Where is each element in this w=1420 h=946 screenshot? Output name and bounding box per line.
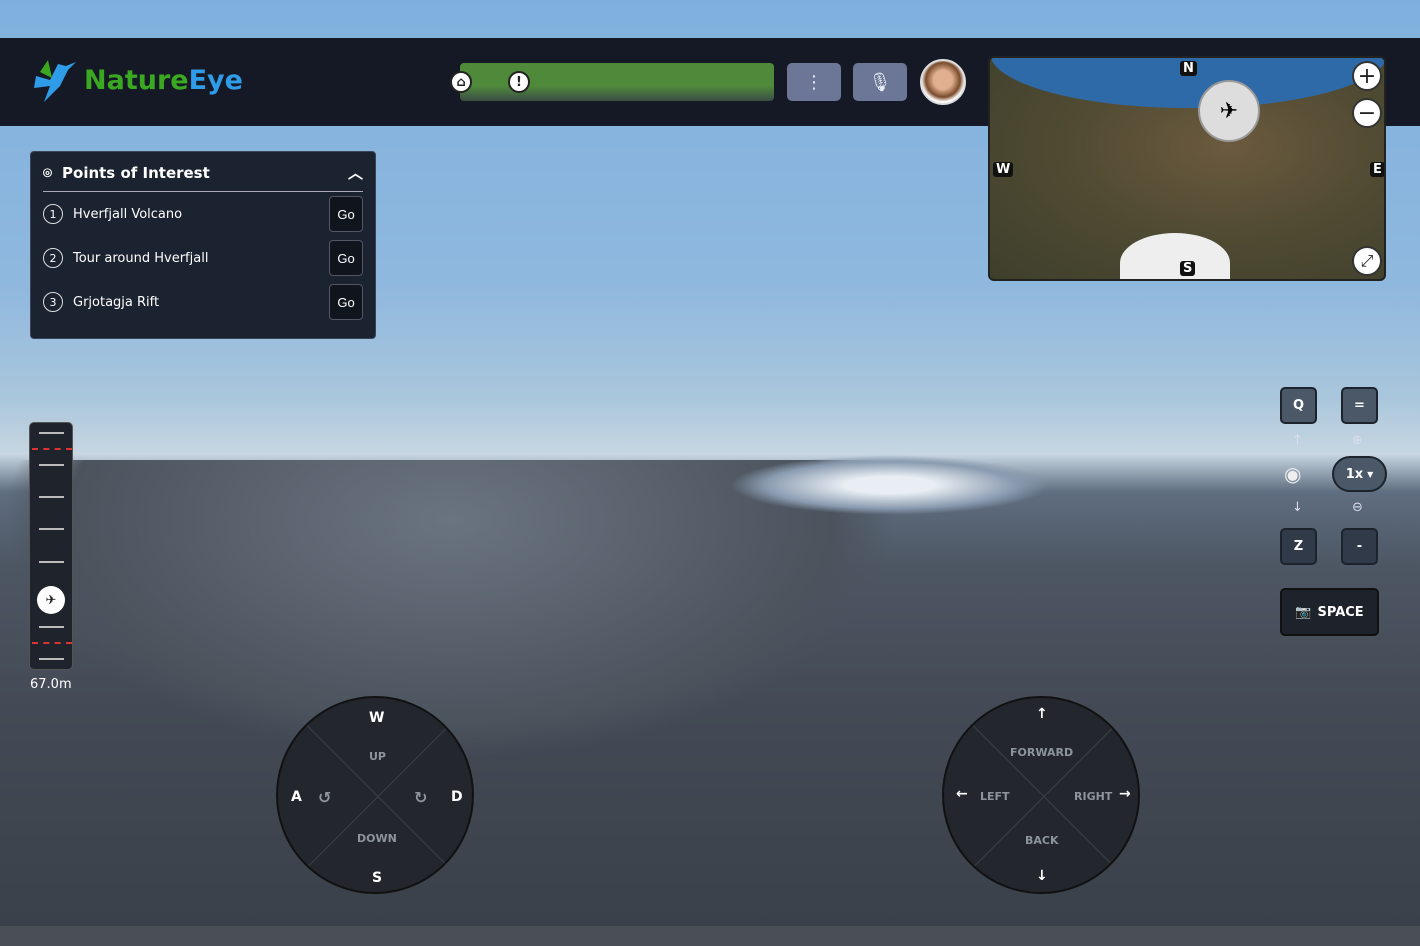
photo-key-label: SPACE (1317, 604, 1364, 620)
camera-icon: 📷 (1295, 604, 1312, 620)
altitude-tick (39, 528, 64, 530)
map-zoom-out-button[interactable]: − (1352, 98, 1382, 128)
drone-altitude-icon[interactable]: ✈ (37, 586, 65, 614)
key-w: W (369, 710, 385, 726)
key-s: S (372, 870, 383, 886)
right-label: RIGHT (1074, 790, 1113, 803)
more-vertical-icon: ⋮ (805, 71, 823, 93)
arrow-down-icon: ↓ (1292, 500, 1303, 515)
microphone-button[interactable]: 🎙 (853, 63, 907, 101)
zoom-level-select[interactable]: 1x ▼ (1332, 456, 1387, 492)
back-label: BACK (1025, 834, 1059, 847)
forward-label: FORWARD (1010, 746, 1074, 759)
poi-number: 1 (43, 204, 63, 224)
altitude-tick (39, 658, 64, 660)
logo: Nature Eye (30, 56, 243, 104)
compass-north: N (1180, 61, 1197, 76)
up-label: UP (369, 750, 386, 763)
key-a: A (291, 789, 302, 805)
microphone-icon: 🎙 (868, 71, 892, 93)
chevron-up-icon[interactable]: ︿ (348, 162, 363, 183)
rotate-left-icon: ↺ (318, 788, 332, 807)
compass-south: S (1180, 261, 1196, 276)
left-label: LEFT (980, 790, 1010, 803)
arrow-up-icon: ↑ (1292, 433, 1303, 448)
home-marker-icon[interactable]: ⌂ (450, 71, 472, 93)
poi-title: Points of Interest (62, 163, 210, 182)
logo-text-nature: Nature (84, 64, 189, 96)
logo-text-eye: Eye (188, 64, 243, 96)
down-label: DOWN (357, 832, 397, 845)
compass-east: E (1370, 162, 1384, 177)
arrow-forward-icon: ↑ (1036, 706, 1048, 722)
altitude-gauge: ✈ (29, 422, 73, 670)
poi-header[interactable]: ⌾ Points of Interest ︿ (43, 162, 363, 192)
poi-name: Tour around Hverfjall (73, 250, 209, 266)
alert-marker-icon[interactable]: ! (508, 71, 530, 93)
poi-item: 2 Tour around Hverfjall Go (31, 236, 375, 280)
go-button[interactable]: Go (329, 196, 363, 232)
bottom-strip (0, 926, 1420, 946)
arrow-back-icon: ↓ (1036, 868, 1048, 884)
mountain-scenery (730, 455, 1050, 515)
poi-item: 1 Hverfjall Volcano Go (31, 192, 375, 236)
tilt-down-button[interactable]: Z (1280, 528, 1317, 565)
altitude-tick (39, 432, 64, 434)
go-button[interactable]: Go (329, 240, 363, 276)
altitude-tick (39, 496, 64, 498)
arrow-left-icon: ← (956, 786, 968, 802)
camera-gimbal-icon: ◉ (1284, 462, 1302, 486)
poi-item: 3 Grjotagja Rift Go (31, 280, 375, 324)
map-expand-button[interactable]: ⤢ (1352, 246, 1382, 276)
tilt-up-button[interactable]: Q (1280, 387, 1317, 424)
key-d: D (451, 789, 463, 805)
zoom-in-button[interactable]: = (1341, 387, 1378, 424)
drone-position-icon: ✈ (1198, 80, 1260, 142)
zoom-in-icon: ⊕ (1352, 433, 1363, 448)
caret-down-icon: ▼ (1367, 469, 1374, 479)
poi-number: 3 (43, 292, 63, 312)
points-of-interest-panel: ⌾ Points of Interest ︿ 1 Hverfjall Volcan… (30, 151, 376, 339)
altitude-tick (39, 464, 64, 466)
poi-number: 2 (43, 248, 63, 268)
minimap-cloud (1120, 233, 1230, 279)
poi-name: Grjotagja Rift (73, 294, 160, 310)
menu-button[interactable]: ⋮ (787, 63, 841, 101)
take-photo-button[interactable]: 📷 SPACE (1280, 588, 1379, 636)
bird-logo-icon (34, 60, 76, 102)
zoom-out-icon: ⊖ (1352, 500, 1363, 515)
poi-name: Hverfjall Volcano (73, 206, 183, 222)
avatar[interactable] (920, 59, 966, 105)
go-button[interactable]: Go (329, 284, 363, 320)
altitude-value: 67.0m (30, 677, 72, 692)
location-pin-icon: ⌾ (43, 163, 53, 182)
altitude-tick (39, 626, 64, 628)
rotate-right-icon: ↻ (414, 788, 428, 807)
zoom-level-value: 1x (1345, 466, 1364, 482)
altitude-tick (39, 561, 64, 563)
altitude-yaw-joystick[interactable]: W UP A ↺ ↻ D DOWN S (276, 696, 474, 894)
zoom-out-button[interactable]: - (1341, 528, 1378, 565)
compass-west: W (993, 162, 1014, 177)
arrow-right-icon: → (1119, 786, 1131, 802)
min-altitude-line (32, 642, 72, 644)
minimap[interactable]: ✈ N S E W + − ⤢ (988, 56, 1386, 281)
max-altitude-line (32, 448, 72, 450)
map-zoom-in-button[interactable]: + (1352, 61, 1382, 91)
movement-joystick[interactable]: ↑ FORWARD ← LEFT RIGHT → BACK ↓ (942, 696, 1140, 894)
